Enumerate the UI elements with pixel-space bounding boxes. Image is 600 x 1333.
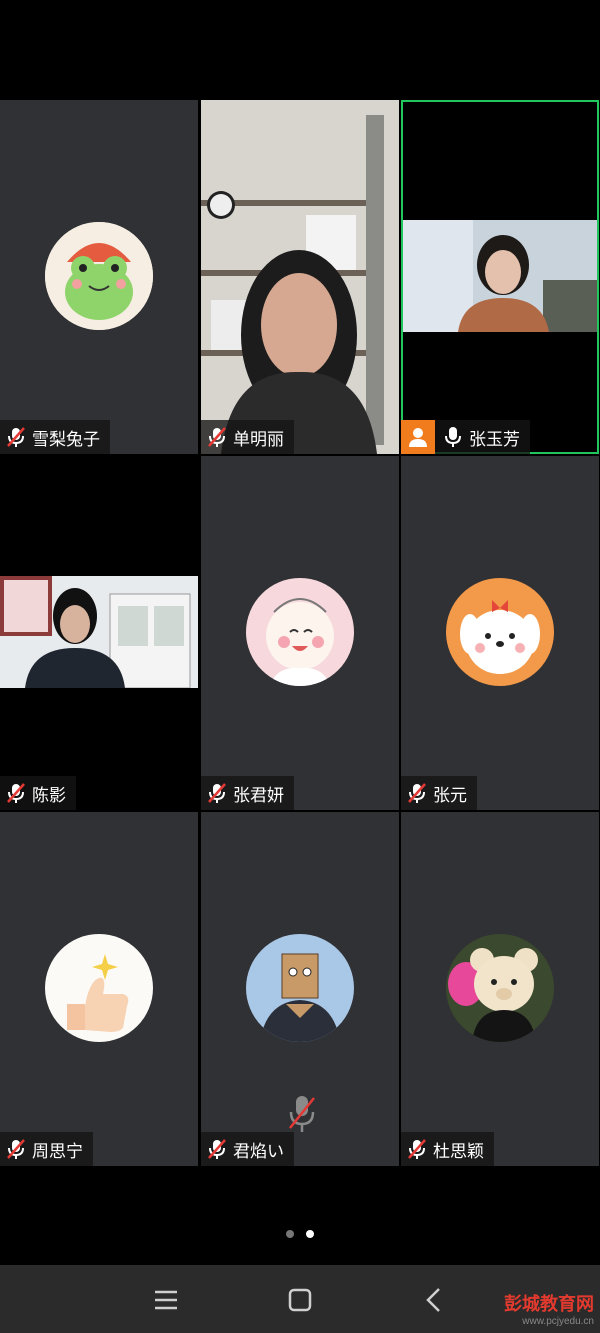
participant-name: 杜思颖 xyxy=(433,1141,484,1162)
participant-tile-1[interactable]: 雪梨兔子 xyxy=(0,100,198,454)
participant-name: 张元 xyxy=(433,785,467,806)
mic-muted-icon xyxy=(408,1139,426,1159)
frog-avatar xyxy=(45,222,153,330)
host-badge xyxy=(401,420,435,454)
baby-avatar xyxy=(246,578,354,686)
name-bar: 周思宁 xyxy=(0,1132,93,1166)
page-indicator xyxy=(0,1230,600,1238)
recent-apps-icon[interactable] xyxy=(149,1283,183,1317)
person-icon xyxy=(409,428,427,447)
thumbs-up-avatar xyxy=(45,934,153,1042)
mic-muted-icon xyxy=(289,1096,315,1132)
participant-tile-2[interactable]: 单明丽 xyxy=(201,100,399,454)
participant-tile-8[interactable]: 君焰い xyxy=(201,812,399,1166)
back-icon[interactable] xyxy=(417,1283,451,1317)
home-icon[interactable] xyxy=(283,1283,317,1317)
participant-tile-9[interactable]: 杜思颖 xyxy=(401,812,599,1166)
name-bar: 君焰い xyxy=(201,1132,294,1166)
mic-muted-icon xyxy=(408,783,426,803)
participant-name: 张玉芳 xyxy=(469,429,520,450)
paper-bag-avatar xyxy=(246,934,354,1042)
puppy-avatar xyxy=(446,578,554,686)
system-nav-bar: 彭城教育网 www.pcjyedu.cn xyxy=(0,1265,600,1333)
participant-tile-7[interactable]: 周思宁 xyxy=(0,812,198,1166)
participant-name: 周思宁 xyxy=(32,1141,83,1162)
name-bar: 单明丽 xyxy=(201,420,294,454)
watermark-url: www.pcjyedu.cn xyxy=(522,1316,594,1327)
watermark: 彭城教育网 www.pcjyedu.cn xyxy=(504,1290,594,1327)
mic-muted-icon xyxy=(7,1139,25,1159)
video-feed xyxy=(201,100,399,454)
mic-muted-icon xyxy=(208,1139,226,1159)
participant-name: 雪梨兔子 xyxy=(32,429,100,450)
video-feed xyxy=(0,576,198,688)
participant-name: 君焰い xyxy=(233,1141,284,1162)
participant-tile-4[interactable]: 陈影 xyxy=(0,456,198,810)
mic-muted-icon xyxy=(7,427,25,447)
page-dot[interactable] xyxy=(286,1230,294,1238)
mic-icon xyxy=(445,427,461,447)
page-dot-active[interactable] xyxy=(306,1230,314,1238)
mic-muted-icon xyxy=(7,783,25,803)
participant-name: 张君妍 xyxy=(233,785,284,806)
teddy-bear-avatar xyxy=(446,934,554,1042)
mic-muted-icon xyxy=(208,427,226,447)
name-bar: 雪梨兔子 xyxy=(0,420,110,454)
name-bar: 张君妍 xyxy=(201,776,294,810)
name-bar: 张玉芳 xyxy=(401,420,530,454)
watermark-title: 彭城教育网 xyxy=(504,1294,594,1314)
name-bar: 陈影 xyxy=(0,776,76,810)
mic-muted-icon xyxy=(208,783,226,803)
participant-tile-6[interactable]: 张元 xyxy=(401,456,599,810)
name-bar: 杜思颖 xyxy=(401,1132,494,1166)
name-bar: 张元 xyxy=(401,776,477,810)
participant-tile-5[interactable]: 张君妍 xyxy=(201,456,399,810)
participant-name: 单明丽 xyxy=(233,429,284,450)
participant-name: 陈影 xyxy=(32,785,66,806)
video-feed xyxy=(403,220,597,332)
participant-tile-3[interactable]: 张玉芳 xyxy=(401,100,599,454)
